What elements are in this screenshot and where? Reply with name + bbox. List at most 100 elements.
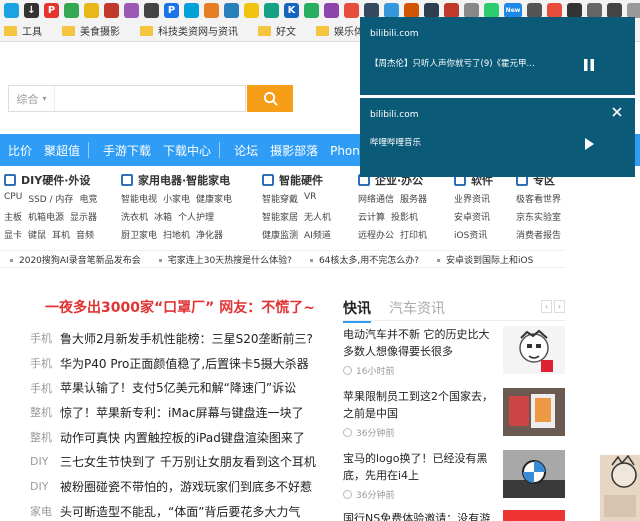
extension-icon[interactable] xyxy=(344,2,359,18)
chevron-left-icon[interactable]: ‹ xyxy=(541,300,552,313)
news-tag[interactable]: DIY xyxy=(30,455,60,468)
category-link[interactable]: 洗衣机 xyxy=(121,210,148,224)
evernote-icon[interactable] xyxy=(484,2,499,18)
category-link[interactable]: 健康监测 xyxy=(262,228,298,242)
news-title[interactable]: 华为P40 Pro正面颜值稳了,后置徕卡5摄大杀器 xyxy=(60,355,309,372)
news-tag[interactable]: 家电 xyxy=(30,503,60,519)
category-link[interactable]: iOS资讯 xyxy=(454,228,487,242)
thumbnail-image[interactable] xyxy=(503,388,565,436)
list-item[interactable]: DIY 被粉圈碰瓷不带怕的，游戏玩家们到底多不好惹 xyxy=(30,474,330,499)
download-icon[interactable]: ↓ xyxy=(24,2,39,18)
extension-icon[interactable] xyxy=(364,2,379,18)
category-link[interactable]: 电竞 xyxy=(79,192,97,206)
pinterest-icon[interactable]: P xyxy=(44,2,59,18)
news-title[interactable]: 被粉圈碰瓷不带怕的，游戏玩家们到底多不好惹 xyxy=(60,478,312,495)
category-link[interactable]: 业界资讯 xyxy=(454,192,490,206)
thumbnail-image[interactable] xyxy=(503,450,565,498)
category-link[interactable]: CPU xyxy=(4,192,22,206)
category-link[interactable]: 消费者报告 xyxy=(516,228,561,242)
extension-icon[interactable] xyxy=(324,2,339,18)
category-link[interactable]: 音频 xyxy=(76,228,94,242)
bookmark-folder[interactable]: 好文 xyxy=(258,23,296,38)
news-title[interactable]: 动作可真快 内置触控板的iPad键盘渲染图来了 xyxy=(60,429,305,446)
extension-icon[interactable] xyxy=(547,2,562,18)
extension-icon[interactable] xyxy=(144,2,159,18)
headline-link[interactable]: 一夜多出3000家“口罩厂” 网友：不慌了~ xyxy=(45,297,315,317)
news-title[interactable]: 惊了！苹果新专利：iMac屏幕与键盘连一块了 xyxy=(60,404,304,421)
pause-icon[interactable] xyxy=(581,57,597,73)
extension-icon[interactable] xyxy=(567,2,582,18)
extension-icon[interactable] xyxy=(244,2,259,18)
category-link[interactable]: 无人机 xyxy=(304,210,331,224)
extension-icon[interactable] xyxy=(84,2,99,18)
news-tag[interactable]: 手机 xyxy=(30,330,60,346)
news-title[interactable]: 苹果认输了！支付5亿美元和解“降速门”诉讼 xyxy=(60,379,296,396)
category-link[interactable]: 京东实验室 xyxy=(516,210,561,224)
list-item[interactable]: 整机 动作可真快 内置触控板的iPad键盘渲染图来了 xyxy=(30,425,330,450)
category-link[interactable]: 服务器 xyxy=(400,192,427,206)
thumbnail-image[interactable] xyxy=(503,510,565,521)
category-link[interactable]: 打印机 xyxy=(400,228,427,242)
extension-icon[interactable] xyxy=(587,2,602,18)
chevron-right-icon[interactable]: › xyxy=(554,300,565,313)
thumbnail-image[interactable] xyxy=(503,326,565,374)
category-link[interactable]: 键鼠 xyxy=(28,228,46,242)
news-title[interactable]: 三七女生节快到了 千万别让女朋友看到这个耳机 xyxy=(60,453,316,470)
category-title[interactable]: DIY硬件·外设 xyxy=(21,172,90,188)
tab-car-news[interactable]: 汽车资讯 xyxy=(389,298,445,318)
category-link[interactable]: 扫地机 xyxy=(163,228,190,242)
flash-item[interactable]: 国行NS免费体验邀请：没有游戏 xyxy=(343,510,565,521)
extension-icon[interactable] xyxy=(264,2,279,18)
nav-item[interactable]: 比价 xyxy=(8,142,32,159)
search-scope-select[interactable]: 综合 ▾ xyxy=(9,86,55,111)
category-link[interactable]: SSD / 内存 xyxy=(28,192,73,206)
flash-title[interactable]: 宝马的logo换了！已经没有黑底，先用在i4上 xyxy=(343,450,493,484)
side-banner-image[interactable] xyxy=(600,455,640,521)
ticker-item[interactable]: 宅家连上30天热搜是什么体验? xyxy=(158,253,292,266)
category-link[interactable]: 远程办公 xyxy=(358,228,394,242)
flash-item[interactable]: 苹果限制员工到这2个国家去，之前是中国 36分钟前 xyxy=(343,388,565,439)
category-link[interactable]: 主板 xyxy=(4,210,22,224)
search-button[interactable] xyxy=(247,85,293,112)
pixiv-icon[interactable]: P xyxy=(164,2,179,18)
drive-icon[interactable] xyxy=(64,2,79,18)
category-link[interactable]: 健康家电 xyxy=(196,192,232,206)
extension-icon[interactable] xyxy=(627,2,640,18)
category-link[interactable]: 网络通信 xyxy=(358,192,394,206)
extension-icon[interactable] xyxy=(444,2,459,18)
extension-icon[interactable] xyxy=(204,2,219,18)
kde-icon[interactable]: K xyxy=(284,2,299,18)
nav-item[interactable]: 论坛 xyxy=(234,142,258,159)
list-item[interactable]: 家电 头可断造型不能乱，“体面”背后要花多大力气 xyxy=(30,499,330,521)
play-icon[interactable] xyxy=(581,136,597,152)
extension-icon[interactable] xyxy=(404,2,419,18)
extension-icon[interactable] xyxy=(124,2,139,18)
category-link[interactable]: 安卓资讯 xyxy=(454,210,490,224)
list-item[interactable]: 手机 苹果认输了！支付5亿美元和解“降速门”诉讼 xyxy=(30,375,330,400)
category-link[interactable]: 个人护理 xyxy=(178,210,214,224)
news-title[interactable]: 鲁大师2月新发手机性能榜：三星S20垄断前三? xyxy=(60,330,313,347)
news-title[interactable]: 头可断造型不能乱，“体面”背后要花多大力气 xyxy=(60,503,300,520)
ticker-item[interactable]: 64核太多,用不完怎么办? xyxy=(309,253,419,266)
media-title[interactable]: 【周杰伦】只听人声你就亏了(9)《霍元甲... xyxy=(370,57,535,69)
bookmark-folder[interactable]: 美食摄影 xyxy=(62,23,120,38)
category-link[interactable]: 投影机 xyxy=(391,210,418,224)
category-link[interactable]: 显卡 xyxy=(4,228,22,242)
extension-icon[interactable] xyxy=(607,2,622,18)
list-item[interactable]: 手机 鲁大师2月新发手机性能榜：三星S20垄断前三? xyxy=(30,326,330,351)
list-item[interactable]: 整机 惊了！苹果新专利：iMac屏幕与键盘连一块了 xyxy=(30,400,330,425)
flash-item[interactable]: 宝马的logo换了！已经没有黑底，先用在i4上 36分钟前 xyxy=(343,450,565,501)
category-link[interactable]: 厨卫家电 xyxy=(121,228,157,242)
new-badge-icon[interactable]: New xyxy=(504,2,522,18)
nav-item[interactable]: 手游下载 xyxy=(103,142,151,159)
extension-icon[interactable] xyxy=(424,2,439,18)
news-tag[interactable]: DIY xyxy=(30,480,60,493)
bookmark-folder[interactable]: 工具 xyxy=(4,23,42,38)
category-link[interactable]: 智能家居 xyxy=(262,210,298,224)
category-title[interactable]: 家用电器·智能家电 xyxy=(138,172,230,188)
extension-icon[interactable] xyxy=(527,2,542,18)
news-tag[interactable]: 整机 xyxy=(30,404,60,420)
category-title[interactable]: 智能硬件 xyxy=(279,172,323,188)
search-input[interactable] xyxy=(55,86,245,111)
list-item[interactable]: DIY 三七女生节快到了 千万别让女朋友看到这个耳机 xyxy=(30,449,330,474)
